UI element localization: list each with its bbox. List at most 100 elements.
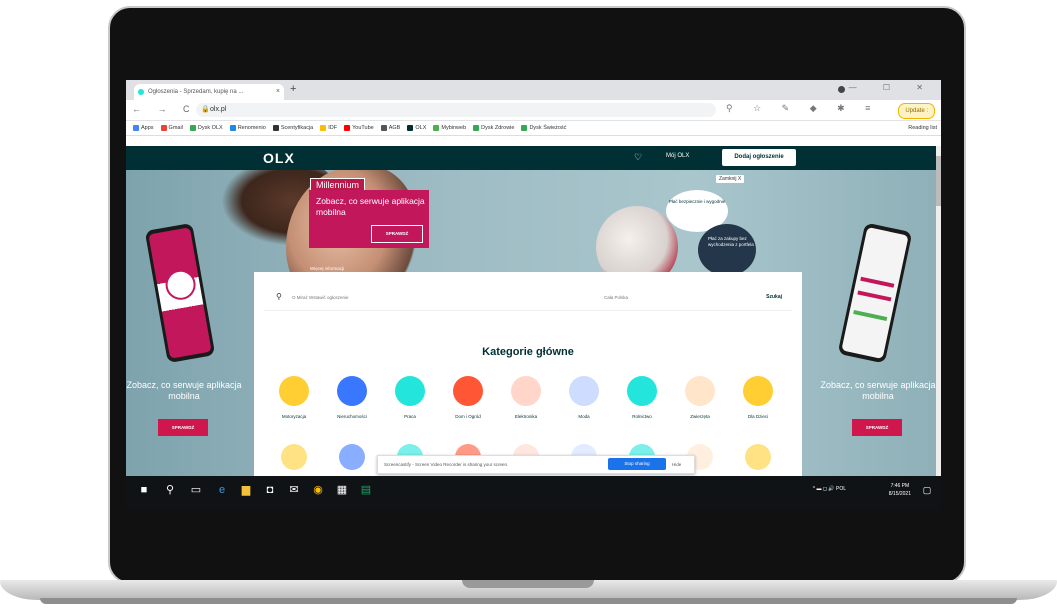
edge-icon[interactable]: e	[216, 484, 228, 496]
stop-sharing-button[interactable]: Stop sharing	[608, 458, 666, 470]
excel-icon[interactable]: ▤	[360, 484, 372, 496]
bookmark-label: Apps	[141, 125, 154, 131]
share-bar-text: Screencastify - Screen Video Recorder is…	[384, 462, 509, 467]
store-icon[interactable]: ◘	[264, 484, 276, 496]
category-icon-row2[interactable]	[339, 444, 365, 470]
explorer-icon[interactable]: ▆	[240, 484, 252, 496]
left-phone-image	[144, 222, 216, 364]
calculator-icon[interactable]: ▦	[336, 484, 348, 496]
location-input[interactable]: Cała Polska	[604, 295, 628, 300]
category-label: Nieruchomości	[337, 414, 367, 419]
category-icon	[337, 376, 367, 406]
olx-header: OLX ♡ Mój OLX Dodaj ogłoszenie	[126, 146, 936, 170]
category-icon	[743, 376, 773, 406]
search-input[interactable]: O Miraż Wstawić ogłoszenie	[292, 295, 349, 300]
browser-tab[interactable]: Ogłoszenia - Sprzedam, kupię na ... ×	[134, 84, 284, 100]
bookmark-icon	[473, 124, 480, 131]
bookmark-item[interactable]: OLX	[407, 121, 426, 135]
category-label: Zwierzęta	[690, 414, 710, 419]
new-tab-button[interactable]: +	[290, 83, 296, 95]
bookmark-item[interactable]: Mybinweb	[433, 121, 466, 135]
left-side-button[interactable]: SPRAWDŹ	[158, 419, 208, 436]
category-icon	[627, 376, 657, 406]
bookmark-item[interactable]: AGB	[380, 121, 401, 135]
notifications-icon[interactable]: ▢	[921, 484, 933, 496]
category-icon-row2[interactable]	[745, 444, 771, 470]
add-listing-button[interactable]: Dodaj ogłoszenie	[722, 149, 796, 166]
bookmark-label: Dysk OLX	[197, 125, 223, 131]
category-item[interactable]: Zwierzęta	[670, 376, 730, 419]
bookmark-item[interactable]: YouTube	[344, 121, 374, 135]
category-item[interactable]: Dla Dzieci	[728, 376, 788, 419]
category-item[interactable]: Moda	[554, 376, 614, 419]
bookmark-item[interactable]: Dysk Zdrowie	[473, 121, 514, 135]
bookmark-item[interactable]: Dysk OLX	[189, 121, 223, 135]
chrome-icon[interactable]: ◉	[312, 484, 324, 496]
window-controls[interactable]: — ☐ ✕	[849, 83, 935, 92]
bubble-pay-info: Płać za zakupy bez wychodzenia z portfel…	[698, 224, 756, 276]
page-scrollbar[interactable]	[936, 146, 941, 476]
category-item[interactable]: Nieruchomości	[322, 376, 382, 419]
profile-icon[interactable]	[838, 86, 845, 93]
heart-icon[interactable]: ♡	[634, 152, 642, 163]
url-text: olx.pl	[210, 106, 227, 113]
right-phone-image	[837, 222, 913, 364]
address-bar[interactable]: 🔒 olx.pl	[196, 103, 716, 117]
search-taskbar-icon[interactable]: ⚲	[164, 484, 176, 496]
extension-icons[interactable]: ⚲ ☆ ✎ ◆ ✱ ≡	[726, 103, 879, 114]
bookmark-label: Renomenio	[237, 125, 266, 131]
screen-share-bar: Screencastify - Screen Video Recorder is…	[377, 455, 695, 474]
search-bar[interactable]: ⚲ O Miraż Wstawić ogłoszenie Cała Polska…	[264, 290, 792, 311]
bookmark-label: Scentyfikacja	[280, 125, 314, 131]
promo-button[interactable]: SPRAWDŹ	[371, 225, 423, 243]
tab-strip: Ogłoszenia - Sprzedam, kupię na ... × + …	[126, 80, 941, 100]
close-ad-button[interactable]: Zamknij X	[716, 175, 745, 183]
search-icon: ⚲	[276, 292, 282, 301]
reading-list[interactable]: Reading list	[908, 121, 937, 135]
mail-icon[interactable]: ✉	[288, 484, 300, 496]
hide-share-bar-button[interactable]: Hide	[672, 456, 681, 473]
bookmark-label: IDF	[328, 125, 338, 131]
bookmark-icon	[272, 124, 279, 131]
bookmark-item[interactable]: Scentyfikacja	[272, 121, 314, 135]
left-side-promo: Zobacz, co serwuje aplikacja mobilna	[126, 380, 242, 401]
more-info-link[interactable]: Więcej informacji	[310, 266, 344, 271]
right-side-promo: Zobacz, co serwuje aplikacja mobilna	[820, 380, 936, 401]
category-icon	[511, 376, 541, 406]
category-item[interactable]: Motoryzacja	[264, 376, 324, 419]
lock-icon: 🔒	[201, 106, 210, 113]
start-icon[interactable]: ■	[138, 484, 150, 496]
bookmark-icon	[521, 124, 528, 131]
olx-page: OLX ♡ Mój OLX Dodaj ogłoszenie Millenniu…	[126, 146, 936, 476]
search-button[interactable]: Szukaj	[766, 294, 782, 300]
system-tray[interactable]: ^ ▬ ◻ 🔊 POL	[813, 486, 846, 492]
bookmark-item[interactable]: Renomenio	[229, 121, 266, 135]
bookmark-item[interactable]: Dysk Świeżość	[521, 121, 566, 135]
category-icon-row2[interactable]	[281, 444, 307, 470]
category-label: Praca	[404, 414, 416, 419]
windows-taskbar: ■ ⚲ ▭ e ▆ ◘ ✉ ◉ ▦ ▤ ^ ▬ ◻ 🔊 POL 7:46 PM …	[126, 476, 941, 509]
category-icon	[453, 376, 483, 406]
update-button[interactable]: Update :	[898, 103, 935, 119]
category-label: Rolnictwo	[632, 414, 652, 419]
bookmark-label: OLX	[415, 125, 427, 131]
right-side-button[interactable]: SPRAWDŹ	[852, 419, 902, 436]
laptop-base	[0, 576, 1057, 611]
categories-title: Kategorie główne	[482, 346, 574, 358]
bookmark-label: AGB	[388, 125, 401, 131]
category-icon	[279, 376, 309, 406]
category-item[interactable]: Elektronika	[496, 376, 556, 419]
tab-close-icon[interactable]: ×	[276, 84, 280, 100]
category-item[interactable]: Rolnictwo	[612, 376, 672, 419]
my-olx-link[interactable]: Mój OLX	[666, 153, 689, 159]
bookmark-item[interactable]: Apps	[133, 121, 154, 135]
category-label: Dla Dzieci	[747, 414, 769, 419]
category-icon	[395, 376, 425, 406]
category-item[interactable]: Dom i Ogród	[438, 376, 498, 419]
bookmark-item[interactable]: Gmail	[160, 121, 183, 135]
bookmark-item[interactable]: IDF	[320, 121, 337, 135]
clock[interactable]: 7:46 PM 8/15/2021	[889, 482, 911, 498]
task-view-icon[interactable]: ▭	[190, 484, 202, 496]
olx-logo[interactable]: OLX	[263, 150, 295, 166]
category-item[interactable]: Praca	[380, 376, 440, 419]
